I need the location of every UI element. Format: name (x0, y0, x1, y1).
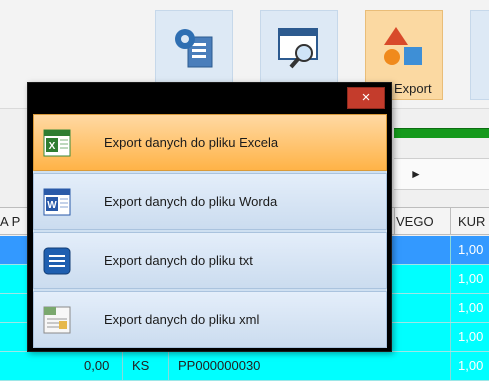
kurs-cell: 1,00 (458, 300, 484, 315)
export-xml-item[interactable]: Export danych do pliku xml (33, 291, 387, 348)
kurs-cell: 1,00 (458, 242, 484, 257)
xml-icon (43, 306, 71, 334)
cell-separator (450, 294, 451, 322)
excel-icon: X (43, 129, 71, 157)
close-button[interactable]: × (347, 87, 385, 109)
svg-text:X: X (49, 141, 56, 152)
kurs-cell: 1,00 (458, 329, 484, 344)
header-col-a[interactable]: A P (0, 214, 20, 229)
cell-separator (168, 352, 169, 380)
header-separator (394, 208, 395, 234)
navigation-row: ► (394, 158, 489, 190)
export-excel-item[interactable]: X Export danych do pliku Excela (33, 114, 387, 171)
table-row[interactable]: 0,00 KS PP000000030 1,00 (0, 352, 489, 381)
cell-separator (450, 265, 451, 293)
value-cell: 0,00 (84, 358, 110, 373)
export-xml-label: Export danych do pliku xml (104, 312, 260, 327)
word-icon: W (43, 188, 71, 216)
export-txt-item[interactable]: Export danych do pliku txt (33, 232, 387, 289)
kurs-cell: 1,00 (458, 358, 484, 373)
header-separator (450, 208, 451, 234)
gear-list-icon (175, 29, 213, 68)
next-ribbon-button[interactable] (470, 10, 489, 100)
export-word-item[interactable]: W Export danych do pliku Worda (33, 173, 387, 230)
next-arrow-icon[interactable]: ► (410, 167, 422, 181)
close-icon: × (361, 89, 371, 106)
window-search-icon (278, 28, 318, 69)
cell-separator (450, 352, 451, 380)
export-excel-label: Export danych do pliku Excela (104, 135, 279, 150)
export-shapes-icon (384, 27, 422, 65)
export-dialog: × X Export danych do pliku Excela W Expo… (27, 82, 392, 352)
kurs-cell: 1,00 (458, 271, 484, 286)
export-word-label: Export danych do pliku Worda (104, 194, 278, 209)
code-cell: PP000000030 (178, 358, 261, 373)
svg-text:W: W (47, 200, 57, 211)
header-col-vego[interactable]: VEGO (396, 214, 434, 229)
cell-separator (122, 352, 123, 380)
export-txt-label: Export danych do pliku txt (104, 253, 253, 268)
header-col-kurs[interactable]: KUR (458, 214, 485, 229)
cell-separator (450, 236, 451, 264)
progress-bar (394, 128, 489, 138)
export-label: Export (394, 81, 432, 96)
export-options-list: X Export danych do pliku Excela W Export… (33, 114, 387, 348)
unit-cell: KS (132, 358, 150, 373)
txt-icon (43, 247, 71, 275)
cell-separator (450, 323, 451, 351)
